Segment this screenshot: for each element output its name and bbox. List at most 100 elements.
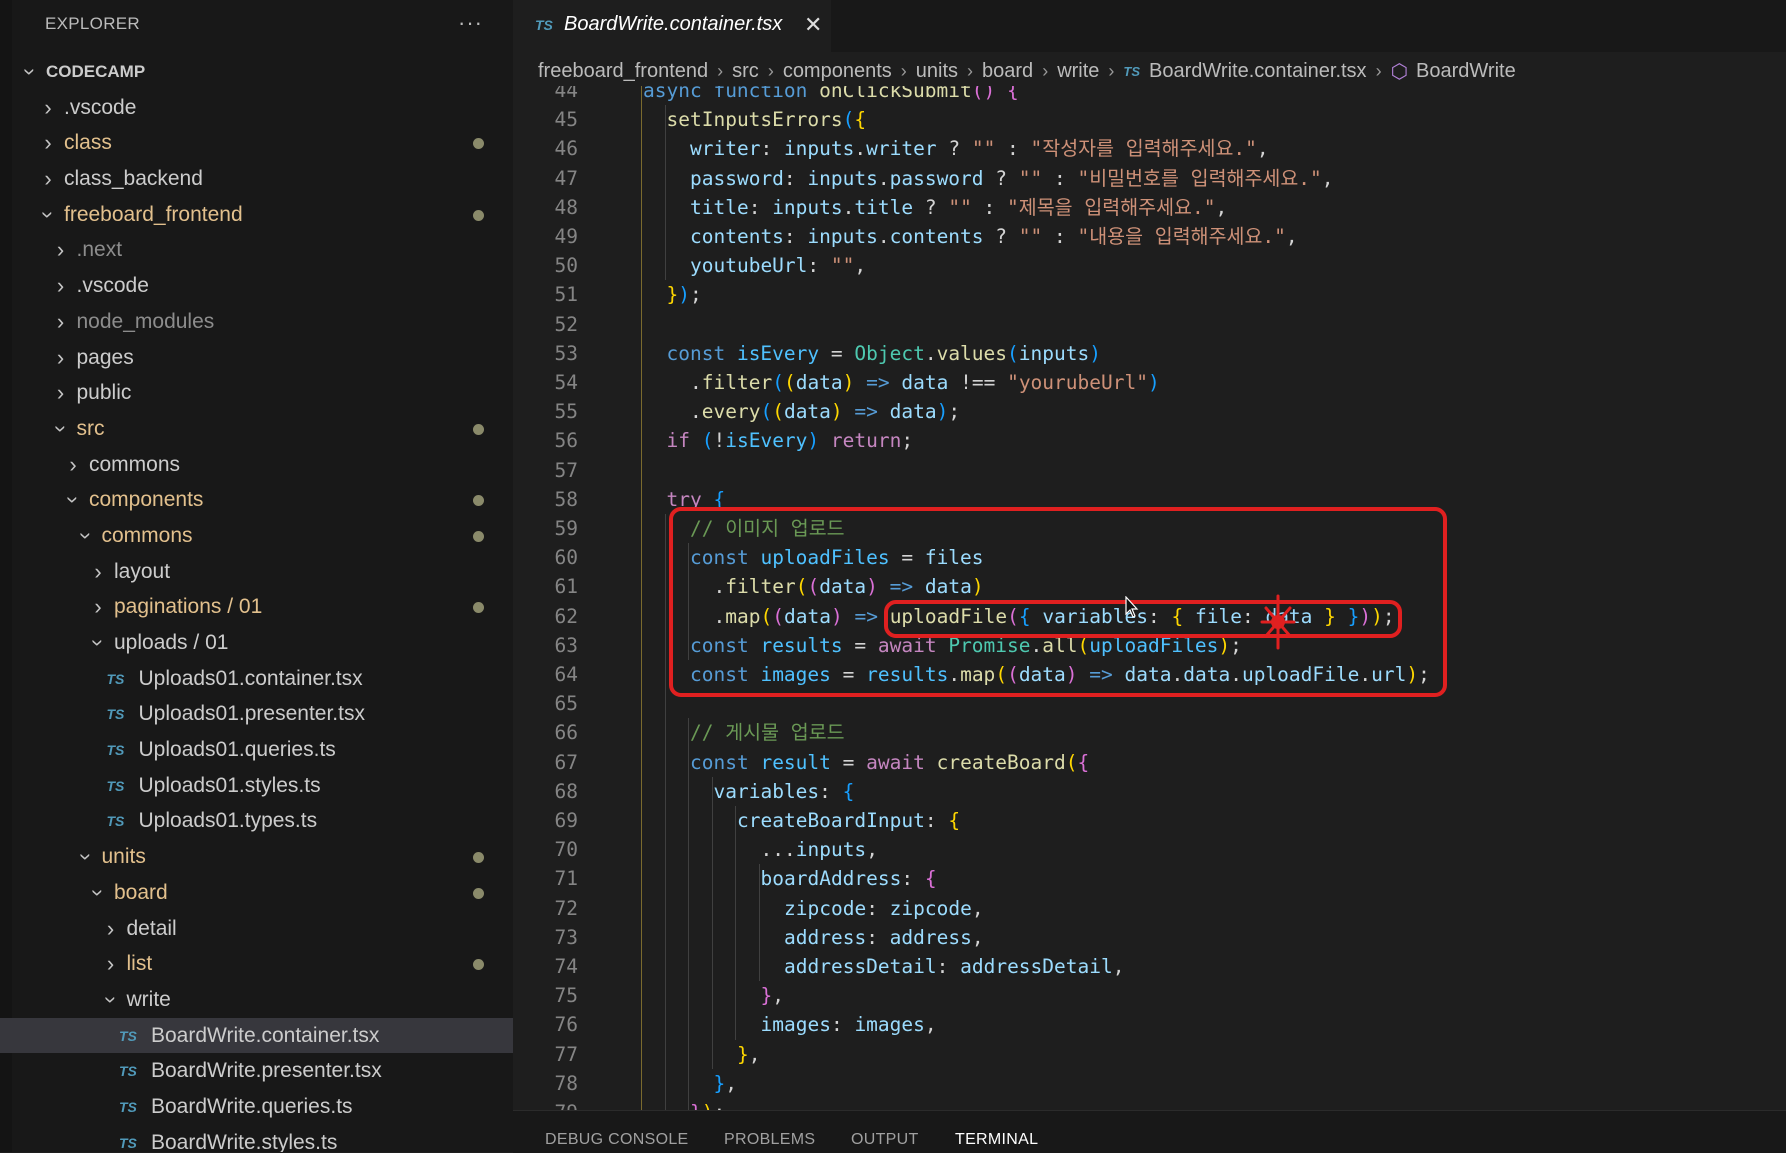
folder-item[interactable]: › class [0,125,513,161]
code-text: contents: inputs.contents ? "" : "내용을 입력… [690,225,1298,248]
close-icon[interactable]: ✕ [804,12,822,38]
folder-item[interactable]: › uploads / 01 [0,625,513,661]
folder-item[interactable]: › commons [0,518,513,554]
chevron-right-icon[interactable]: › [90,589,106,625]
folder-item[interactable]: › pages [0,340,513,376]
code-line: 68 variables: { [513,777,1786,806]
code-text: addressDetail: addressDetail, [784,955,1125,978]
panel-tab[interactable]: TERMINAL [955,1131,1038,1149]
folder-item[interactable]: › write [0,982,513,1018]
file-item[interactable]: TS Uploads01.presenter.tsx [0,696,513,732]
code-text: title: inputs.title ? "" : "제목을 입력해주세요."… [690,195,1228,219]
chevron-right-icon[interactable]: › [103,946,119,982]
breadcrumb-item[interactable]: components [783,60,892,83]
chevron-down-icon[interactable]: › [93,992,129,1008]
panel-tab-bar: DEBUG CONSOLE PROBLEMS OUTPUT TERMINAL [513,1110,1786,1153]
chevron-right-icon[interactable]: › [53,340,69,376]
chevron-down-icon[interactable]: › [43,421,79,437]
folder-item[interactable]: › CODECAMP [0,54,513,90]
breadcrumb-symbol[interactable]: BoardWrite [1416,60,1516,83]
chevron-right-icon[interactable]: › [65,447,81,483]
chevron-right-icon[interactable]: › [40,125,56,161]
line-number: 64 [554,663,578,686]
folder-item[interactable]: › components [0,482,513,518]
file-item[interactable]: TS Uploads01.container.tsx [0,661,513,697]
breadcrumb-item[interactable]: board [982,60,1033,83]
tree-item-label: layout [114,559,171,583]
tab-boardwrite-container[interactable]: TS BoardWrite.container.tsx ✕ [513,0,831,52]
chevron-right-icon[interactable]: › [53,268,69,304]
tree-item-label: components [89,488,204,512]
folder-item[interactable]: › .vscode [0,268,513,304]
folder-item[interactable]: › src [0,411,513,447]
folder-item[interactable]: › board [0,875,513,911]
folder-item[interactable]: › list [0,946,513,982]
file-item[interactable]: TS BoardWrite.queries.ts [0,1089,513,1125]
code-text: .every((data) => data); [690,400,961,424]
folder-item[interactable]: › class_backend [0,161,513,197]
folder-item[interactable]: › commons [0,447,513,483]
breadcrumb-item[interactable]: src [732,60,759,83]
breadcrumb-item[interactable]: write [1057,60,1099,83]
folder-item[interactable]: › .next [0,232,513,268]
line-number: 73 [554,925,578,949]
panel-tab[interactable]: DEBUG CONSOLE [545,1131,689,1149]
chevron-down-icon[interactable]: › [80,635,116,651]
code-line: 77}, [513,1040,1786,1069]
chevron-right-icon[interactable]: › [90,554,106,590]
tree-item-label: board [114,880,168,904]
chevron-down-icon[interactable]: › [55,492,91,508]
panel-tab[interactable]: OUTPUT [851,1131,919,1149]
line-number: 45 [554,108,578,132]
more-actions-icon[interactable]: ··· [458,10,483,36]
chevron-down-icon[interactable]: › [30,207,66,223]
chevron-right-icon[interactable]: › [103,911,119,947]
code-line: 51}); [513,280,1786,309]
breadcrumb-file[interactable]: BoardWrite.container.tsx [1149,60,1367,83]
chevron-right-icon[interactable]: › [53,375,69,411]
modified-indicator [473,530,484,542]
chevron-down-icon[interactable]: › [12,64,48,80]
code-line: 54 .filter((data) => data !== "yourubeUrl… [513,368,1786,397]
panel-tab[interactable]: PROBLEMS [724,1131,815,1149]
folder-item[interactable]: › node_modules [0,304,513,340]
chevron-down-icon[interactable]: › [68,528,104,544]
folder-item[interactable]: › public [0,375,513,411]
breadcrumb-item[interactable]: units [916,60,958,83]
code-text: }, [760,984,785,1008]
tree-item-label: BoardWrite.styles.ts [151,1130,338,1152]
typescript-file-icon: TS [106,777,125,794]
code-text: ...inputs, [760,838,878,862]
explorer-title: EXPLORER [45,14,140,33]
chevron-right-icon[interactable]: › [53,304,69,340]
file-item[interactable]: TS Uploads01.types.ts [0,803,513,839]
chevron-right-icon[interactable]: › [40,90,56,126]
folder-item[interactable]: › freeboard_frontend [0,197,513,233]
folder-item[interactable]: › .vscode [0,90,513,126]
file-item[interactable]: TS BoardWrite.styles.ts [0,1125,513,1152]
tree-item-label: .vscode [64,95,137,119]
chevron-down-icon[interactable]: › [68,849,104,865]
file-item[interactable]: TS Uploads01.queries.ts [0,732,513,768]
tree-item-label: BoardWrite.queries.ts [151,1094,353,1118]
code-line: 46 writer: inputs.writer ? "" : "작성자를 입력해… [513,134,1786,163]
code-text: createBoardInput: { [737,809,961,832]
file-item[interactable]: TS Uploads01.styles.ts [0,768,513,804]
chevron-right-icon: › [1108,60,1115,81]
file-item[interactable]: TS BoardWrite.presenter.tsx [0,1053,513,1089]
tree-item-label: paginations / 01 [114,595,263,619]
file-item[interactable]: TS BoardWrite.container.tsx [0,1017,513,1054]
folder-item[interactable]: › layout [0,554,513,590]
chevron-right-icon[interactable]: › [40,161,56,197]
chevron-down-icon[interactable]: › [80,885,116,901]
folder-item[interactable]: › paginations / 01 [0,589,513,625]
folder-item[interactable]: › units [0,839,513,875]
line-number: 77 [554,1042,578,1066]
code-line: 44 async function onClickSubmit() { [513,86,1786,105]
folder-item[interactable]: › detail [0,911,513,947]
chevron-right-icon[interactable]: › [53,232,69,268]
breadcrumb-item[interactable]: freeboard_frontend [538,60,708,83]
line-number: 54 [554,371,578,394]
code-text: boardAddress: { [760,867,937,891]
modified-indicator [473,602,484,614]
